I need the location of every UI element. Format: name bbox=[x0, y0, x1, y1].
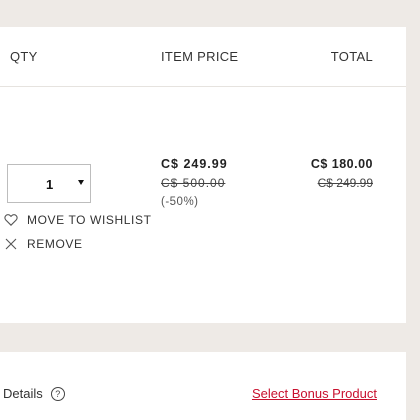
details-label: Details bbox=[3, 386, 43, 401]
quantity-select[interactable]: 1 bbox=[7, 164, 91, 203]
caret-down-icon bbox=[78, 180, 84, 185]
bonus-product-section: Details ? Select Bonus Product bbox=[0, 352, 406, 420]
help-icon[interactable]: ? bbox=[50, 386, 65, 401]
select-bonus-product-link[interactable]: Select Bonus Product bbox=[252, 386, 377, 401]
total-column-header: TOTAL bbox=[330, 49, 373, 64]
total-original: C$ 249.99 bbox=[317, 176, 373, 190]
total-current: C$ 180.00 bbox=[310, 157, 373, 171]
item-price-original: C$ 500.00 bbox=[161, 176, 226, 190]
item-price-column-header: ITEM PRICE bbox=[161, 49, 239, 64]
details-label-group: Details ? bbox=[3, 386, 65, 401]
item-price-current: C$ 249.99 bbox=[161, 157, 228, 171]
remove-label: REMOVE bbox=[27, 237, 83, 251]
cart-table-header: QTY ITEM PRICE TOTAL bbox=[0, 27, 406, 87]
move-to-wishlist-button[interactable]: MOVE TO WISHLIST bbox=[4, 213, 152, 227]
close-icon bbox=[5, 238, 17, 250]
cart-item-card: QTY ITEM PRICE TOTAL 1 MOVE TO WISHLIST … bbox=[0, 27, 406, 323]
qty-column-header: QTY bbox=[10, 49, 38, 64]
move-to-wishlist-label: MOVE TO WISHLIST bbox=[27, 213, 152, 227]
remove-button[interactable]: REMOVE bbox=[4, 237, 83, 251]
quantity-value: 1 bbox=[46, 177, 54, 192]
heart-icon bbox=[4, 214, 18, 226]
item-price-discount: (-50%) bbox=[161, 196, 199, 208]
